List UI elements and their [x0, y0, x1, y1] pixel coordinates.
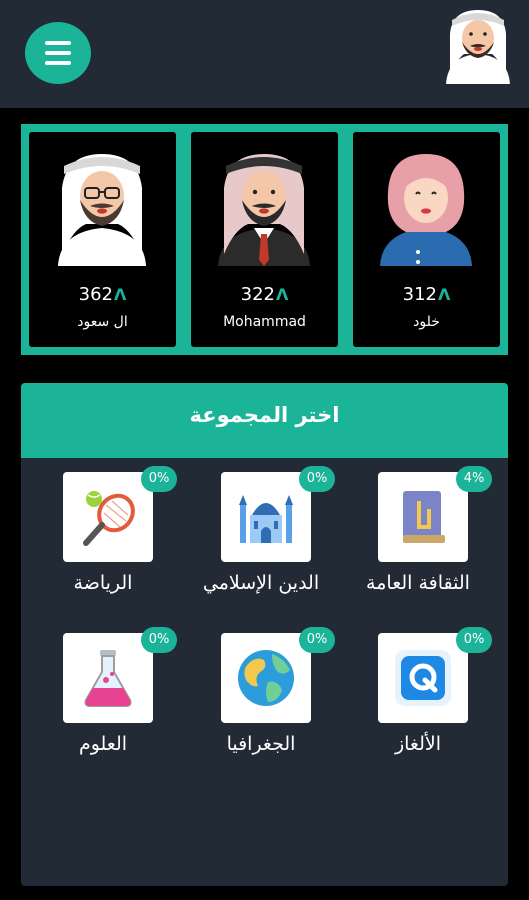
player-score: 312Ʌ	[353, 284, 500, 305]
category-geography[interactable]: 0% الجغرافيا	[181, 627, 341, 763]
top-bar	[0, 0, 529, 108]
player-avatar-icon	[380, 154, 472, 266]
menu-line	[45, 61, 71, 65]
score-value: 362	[78, 284, 113, 305]
player-name: خلود	[413, 314, 440, 330]
player-avatar-icon	[218, 154, 310, 266]
player-avatar-icon	[58, 154, 146, 266]
category-tile[interactable]	[63, 633, 153, 723]
flask-icon	[84, 650, 132, 707]
tennis-racket-icon	[83, 491, 135, 546]
category-label: العلوم	[78, 733, 128, 755]
category-label: الألغاز	[394, 733, 442, 755]
player-card[interactable]: 362Ʌ ال سعود	[29, 132, 176, 347]
score-value: 322	[240, 284, 275, 305]
category-science[interactable]: 0% العلوم	[23, 627, 183, 763]
mosque-icon	[239, 495, 293, 543]
category-label: الدين الإسلامي	[202, 572, 320, 594]
category-islamic-religion[interactable]: 0% الدين الإسلامي	[181, 466, 341, 602]
progress-badge: 0%	[299, 627, 335, 653]
player-score: 322Ʌ	[191, 284, 338, 305]
menu-line	[45, 51, 71, 55]
panel-title: اختر المجموعة	[189, 403, 340, 427]
score-value: 312	[402, 284, 437, 305]
coin-icon: Ʌ	[437, 285, 451, 304]
category-tile[interactable]	[221, 472, 311, 562]
category-tile[interactable]	[378, 633, 468, 723]
category-tile[interactable]	[378, 472, 468, 562]
coin-icon: Ʌ	[275, 285, 289, 304]
progress-badge: 0%	[141, 466, 177, 492]
progress-badge: 0%	[299, 466, 335, 492]
category-tile[interactable]	[63, 472, 153, 562]
player-card[interactable]: 312Ʌ خلود	[353, 132, 500, 347]
panel-header: اختر المجموعة	[21, 383, 508, 458]
progress-badge: 0%	[141, 627, 177, 653]
category-label: الرياضة	[73, 572, 133, 594]
book-icon	[403, 491, 445, 543]
hamburger-menu-icon[interactable]	[25, 22, 91, 84]
player-name: ال سعود	[77, 314, 128, 330]
category-label: الثقافة العامة	[366, 572, 470, 594]
coin-icon: Ʌ	[113, 285, 127, 304]
progress-badge: 0%	[456, 627, 492, 653]
player-score: 362Ʌ	[29, 284, 176, 305]
leaderboard: 362Ʌ ال سعود 322Ʌ Mohammad 312Ʌ خلود	[21, 124, 508, 355]
player-card[interactable]: 322Ʌ Mohammad	[191, 132, 338, 347]
category-sports[interactable]: 0% الرياضة	[23, 466, 183, 602]
user-avatar-icon[interactable]	[440, 4, 516, 86]
globe-icon	[238, 650, 294, 706]
progress-badge: 4%	[456, 466, 492, 492]
category-tile[interactable]	[221, 633, 311, 723]
menu-line	[45, 41, 71, 45]
category-label: الجغرافيا	[226, 733, 296, 755]
category-general-culture[interactable]: 4% الثقافة العامة	[338, 466, 498, 602]
puzzle-q-icon	[395, 650, 451, 706]
category-puzzles[interactable]: 0% الألغاز	[338, 627, 498, 763]
category-panel: اختر المجموعة 4% الثقافة العامة 0% الدين…	[21, 383, 508, 886]
player-name: Mohammad	[223, 314, 306, 330]
